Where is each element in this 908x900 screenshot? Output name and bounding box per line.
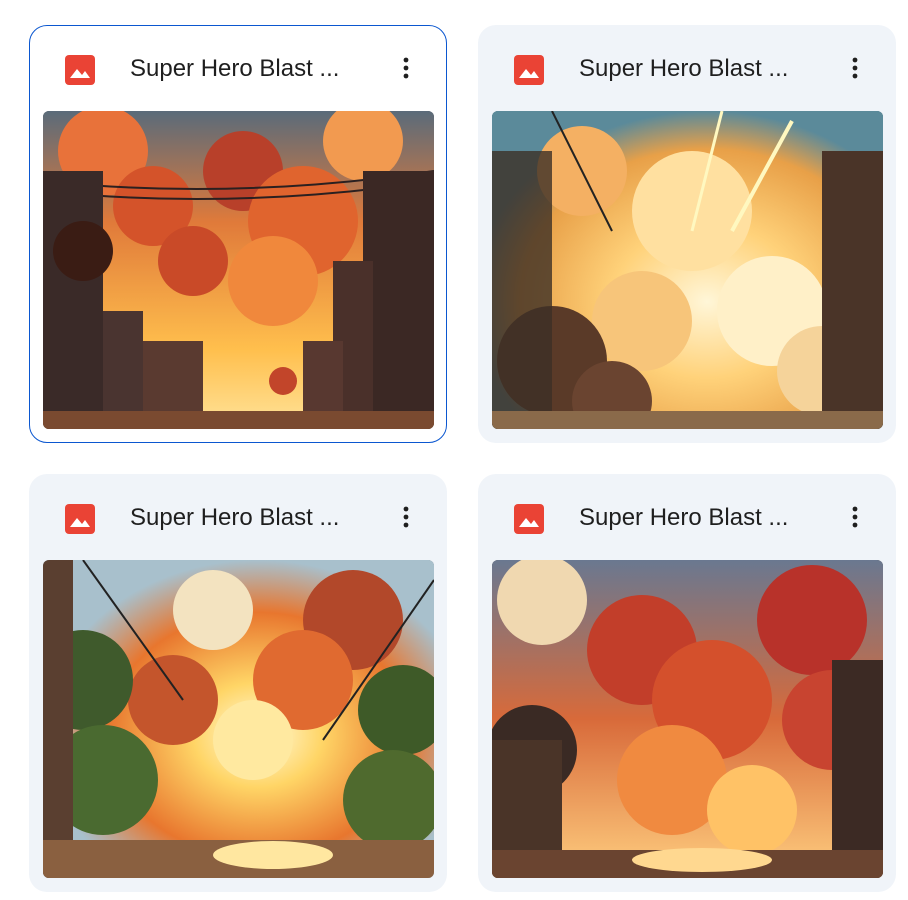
image-file-icon bbox=[65, 55, 95, 85]
file-title: Super Hero Blast ... bbox=[579, 55, 789, 82]
explosion-street-image bbox=[43, 560, 434, 878]
image-file-icon bbox=[514, 504, 544, 534]
file-card-header: Super Hero Blast ... bbox=[479, 26, 895, 112]
file-title: Super Hero Blast ... bbox=[579, 504, 789, 531]
file-card-header: Super Hero Blast ... bbox=[30, 26, 446, 112]
file-grid: Super Hero Blast ... Super Hero Blast ..… bbox=[0, 0, 908, 900]
explosion-street-image bbox=[43, 111, 434, 429]
more-options-button[interactable] bbox=[386, 48, 426, 88]
file-card-header: Super Hero Blast ... bbox=[479, 475, 895, 561]
file-card[interactable]: Super Hero Blast ... bbox=[29, 474, 447, 892]
more-vert-icon bbox=[403, 506, 409, 528]
explosion-street-image bbox=[492, 111, 883, 429]
explosion-street-image bbox=[492, 560, 883, 878]
file-card[interactable]: Super Hero Blast ... bbox=[29, 25, 447, 443]
file-card[interactable]: Super Hero Blast ... bbox=[478, 474, 896, 892]
file-thumbnail[interactable] bbox=[43, 111, 434, 429]
more-vert-icon bbox=[852, 57, 858, 79]
file-card[interactable]: Super Hero Blast ... bbox=[478, 25, 896, 443]
more-options-button[interactable] bbox=[835, 497, 875, 537]
file-title: Super Hero Blast ... bbox=[130, 55, 340, 82]
more-vert-icon bbox=[852, 506, 858, 528]
more-options-button[interactable] bbox=[386, 497, 426, 537]
file-card-header: Super Hero Blast ... bbox=[30, 475, 446, 561]
file-thumbnail[interactable] bbox=[492, 111, 883, 429]
image-file-icon bbox=[514, 55, 544, 85]
more-vert-icon bbox=[403, 57, 409, 79]
file-thumbnail[interactable] bbox=[492, 560, 883, 878]
file-thumbnail[interactable] bbox=[43, 560, 434, 878]
file-title: Super Hero Blast ... bbox=[130, 504, 340, 531]
image-file-icon bbox=[65, 504, 95, 534]
more-options-button[interactable] bbox=[835, 48, 875, 88]
